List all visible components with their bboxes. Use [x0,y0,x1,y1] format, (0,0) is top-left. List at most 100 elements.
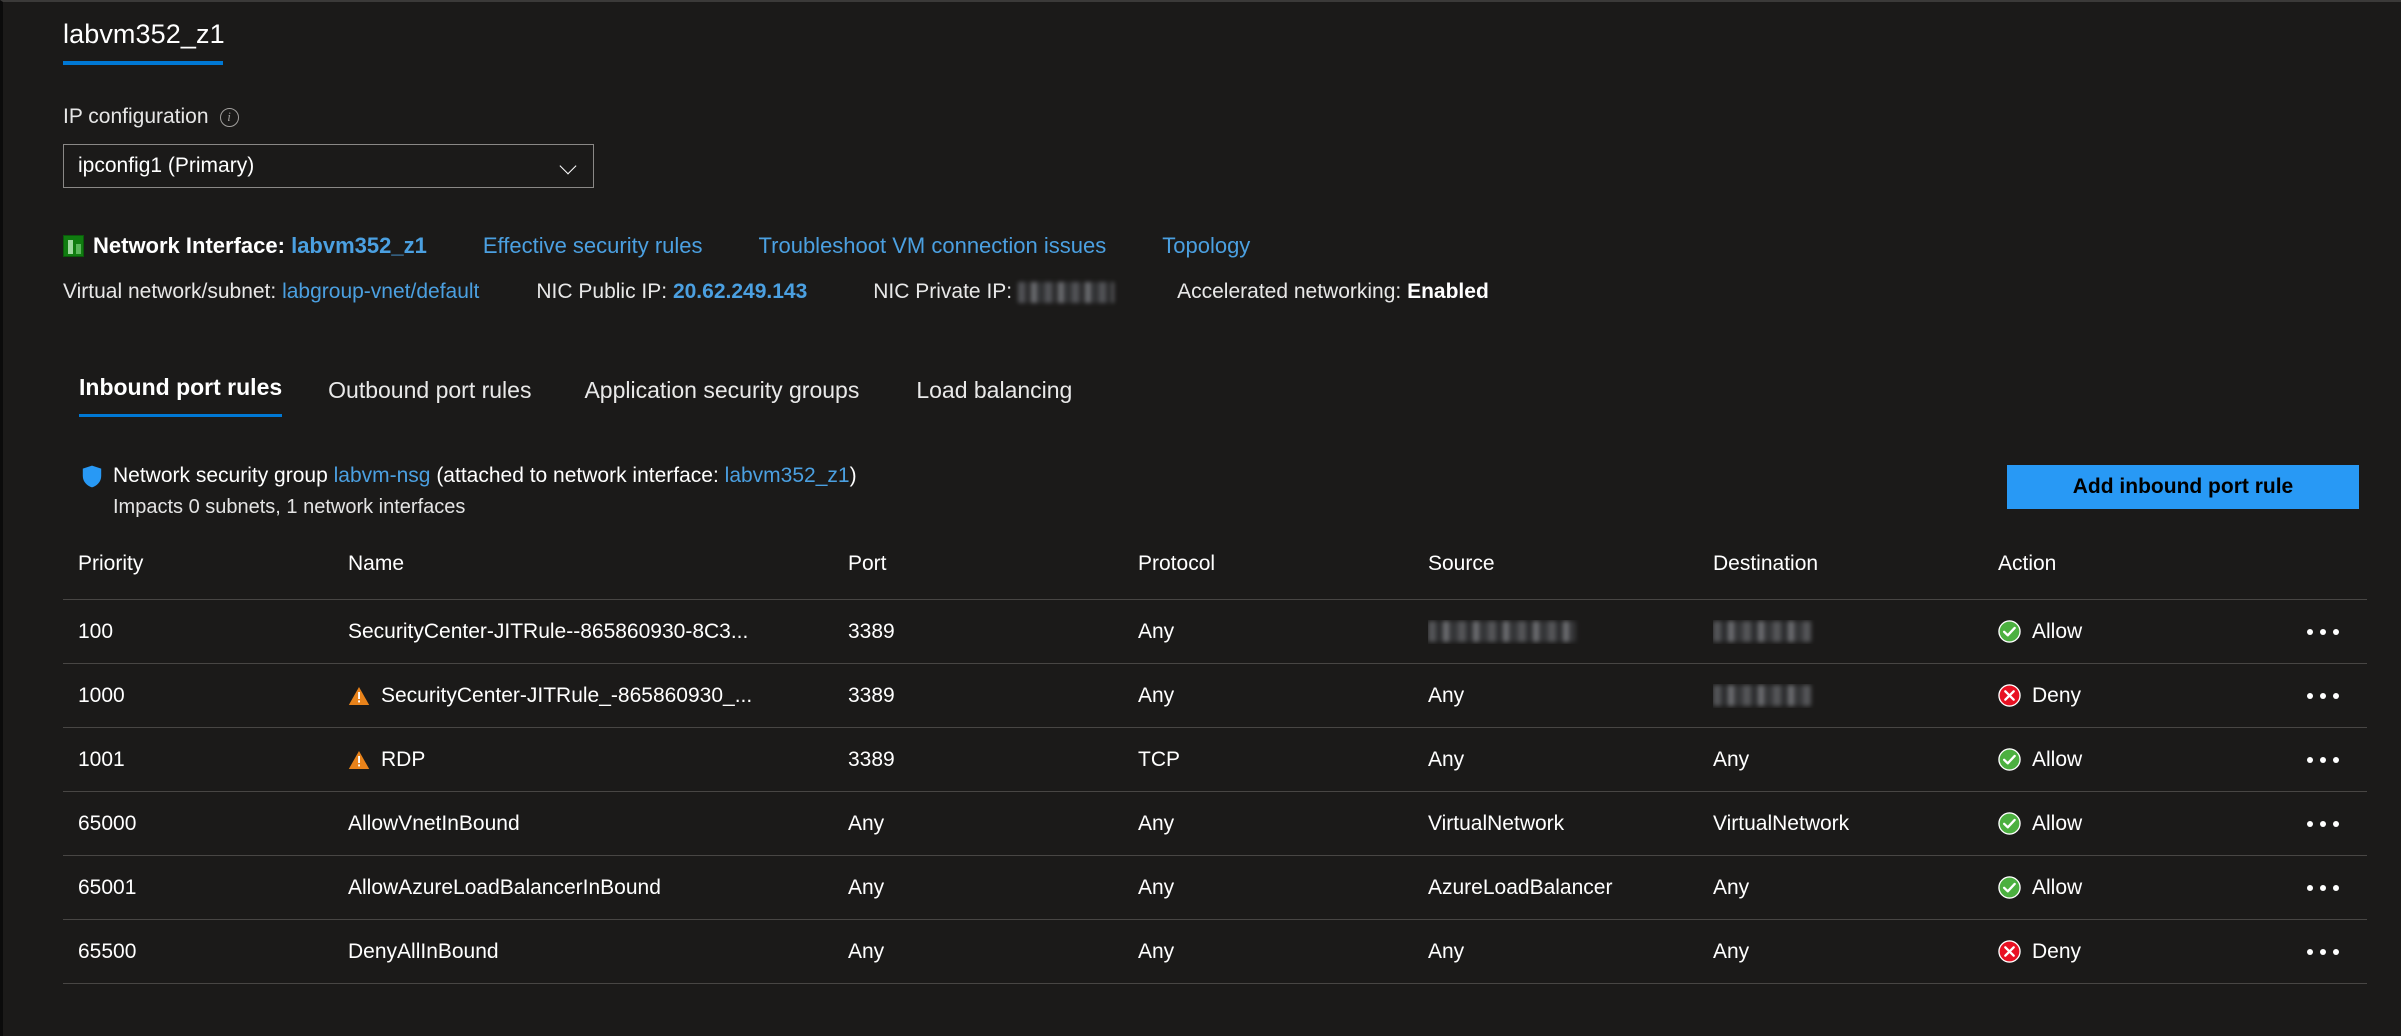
nsg-attached-interface-link[interactable]: labvm352_z1 [725,464,850,488]
info-icon[interactable]: i [220,108,239,127]
vnet-subnet-link[interactable]: labgroup-vnet/default [282,280,479,304]
vnet-subnet-item: Virtual network/subnet: labgroup-vnet/de… [63,280,479,304]
row-more-actions-button[interactable] [2303,877,2343,899]
column-header-protocol[interactable]: Protocol [1138,552,1428,576]
table-row[interactable]: 65001AllowAzureLoadBalancerInBoundAnyAny… [63,856,2367,920]
nsg-impacts-label: Impacts 0 subnets, 1 network interfaces [113,496,857,519]
table-row[interactable]: 1001RDP3389TCPAnyAnyAllow [63,728,2367,792]
nsg-name-link[interactable]: labvm-nsg [334,464,431,488]
cell-port: 3389 [848,748,1138,772]
deny-status-icon [1998,684,2021,707]
topology-link[interactable]: Topology [1162,233,1250,259]
table-row[interactable]: 100SecurityCenter-JITRule--865860930-8C3… [63,600,2367,664]
tab-load-balancing[interactable]: Load balancing [916,377,1072,417]
cell-destination-value: Any [1713,876,1749,899]
row-more-actions-button[interactable] [2303,941,2343,963]
cell-priority: 100 [63,620,348,644]
tab-application-security-groups[interactable]: Application security groups [584,377,859,417]
cell-destination: Any [1713,876,1998,900]
add-inbound-port-rule-button[interactable]: Add inbound port rule [2007,465,2359,509]
cell-port: Any [848,876,1138,900]
column-header-destination[interactable]: Destination [1713,552,1998,576]
cell-source: Any [1428,748,1713,772]
nic-public-ip-label: NIC Public IP: [536,280,667,304]
cell-port: Any [848,940,1138,964]
cell-name: SecurityCenter-JITRule--865860930-8C3... [348,620,848,644]
cell-action-text: Allow [2032,748,2082,772]
network-interface-actions: Effective security rules Troubleshoot VM… [483,233,1250,259]
cell-source: Any [1428,684,1713,708]
tab-outbound-port-rules[interactable]: Outbound port rules [328,377,531,417]
ip-configuration-select[interactable]: ipconfig1 (Primary) [63,144,594,188]
column-header-name[interactable]: Name [348,552,848,576]
cell-action: Deny [1998,684,2288,708]
allow-status-icon [1998,748,2021,771]
warning-icon [348,686,370,706]
table-row[interactable]: 65000AllowVnetInBoundAnyAnyVirtualNetwor… [63,792,2367,856]
column-header-source[interactable]: Source [1428,552,1713,576]
cell-name: AllowAzureLoadBalancerInBound [348,876,848,900]
cell-action: Allow [1998,748,2288,772]
cell-protocol: Any [1138,684,1428,708]
cell-name: SecurityCenter-JITRule_-865860930_... [348,684,848,708]
cell-action: Allow [1998,876,2288,900]
cell-protocol: Any [1138,812,1428,836]
cell-destination-value: Any [1713,940,1749,963]
cell-name-text: SecurityCenter-JITRule_-865860930_... [381,684,752,708]
nsg-attached-label: (attached to network interface: [436,464,719,488]
cell-destination: Any [1713,940,1998,964]
cell-destination-value: VirtualNetwork [1713,812,1849,835]
nic-private-ip-item: NIC Private IP: [873,280,1114,304]
tab-inbound-port-rules[interactable]: Inbound port rules [79,374,282,417]
cell-menu [2288,877,2367,899]
cell-destination [1713,684,1998,708]
cell-port: Any [848,812,1138,836]
deny-status-icon [1998,940,2021,963]
inbound-port-rules-table: Priority Name Port Protocol Source Desti… [63,550,2367,984]
nsg-suffix-label: ) [850,464,857,488]
network-meta-row: Virtual network/subnet: labgroup-vnet/de… [63,280,1489,304]
table-header-row: Priority Name Port Protocol Source Desti… [63,550,2367,600]
page-title-block: labvm352_z1 [63,16,225,65]
row-more-actions-button[interactable] [2303,621,2343,643]
effective-security-rules-link[interactable]: Effective security rules [483,233,703,259]
row-more-actions-button[interactable] [2303,685,2343,707]
cell-destination-value: Any [1713,748,1749,771]
table-body: 100SecurityCenter-JITRule--865860930-8C3… [63,600,2367,984]
cell-source-value: Any [1428,684,1464,707]
troubleshoot-vm-connection-issues-link[interactable]: Troubleshoot VM connection issues [759,233,1107,259]
cell-priority: 1000 [63,684,348,708]
cell-priority: 65500 [63,940,348,964]
table-row[interactable]: 1000 SecurityCenter-JITRule_-865860930_..… [63,664,2367,728]
cell-menu [2288,685,2367,707]
cell-protocol: Any [1138,620,1428,644]
row-more-actions-button[interactable] [2303,813,2343,835]
nic-public-ip-value[interactable]: 20.62.249.143 [673,280,807,304]
column-header-action[interactable]: Action [1998,552,2288,576]
column-header-port[interactable]: Port [848,552,1138,576]
cell-action: Allow [1998,620,2288,644]
cell-action-text: Allow [2032,812,2082,836]
cell-port: 3389 [848,620,1138,644]
cell-source-value: AzureLoadBalancer [1428,876,1612,899]
cell-name-text: AllowVnetInBound [348,812,520,836]
nic-private-ip-label: NIC Private IP: [873,280,1012,304]
column-header-priority[interactable]: Priority [63,552,348,576]
ip-configuration-label-row: IP configuration i [63,105,239,129]
network-interface-name-link[interactable]: labvm352_z1 [291,233,427,259]
network-interface-label: Network Interface: [93,233,285,259]
port-rules-tabs: Inbound port rules Outbound port rules A… [79,374,1072,417]
cell-destination: VirtualNetwork [1713,812,1998,836]
cell-name-text: RDP [381,748,425,772]
cell-source: AzureLoadBalancer [1428,876,1713,900]
cell-menu [2288,813,2367,835]
allow-status-icon [1998,812,2021,835]
chevron-down-icon [559,155,581,177]
cell-destination [1713,620,1998,644]
cell-action-text: Allow [2032,620,2082,644]
table-row[interactable]: 65500DenyAllInBoundAnyAnyAnyAnyDeny [63,920,2367,984]
cell-source: Any [1428,940,1713,964]
row-more-actions-button[interactable] [2303,749,2343,771]
allow-status-icon [1998,620,2021,643]
cell-name: AllowVnetInBound [348,812,848,836]
